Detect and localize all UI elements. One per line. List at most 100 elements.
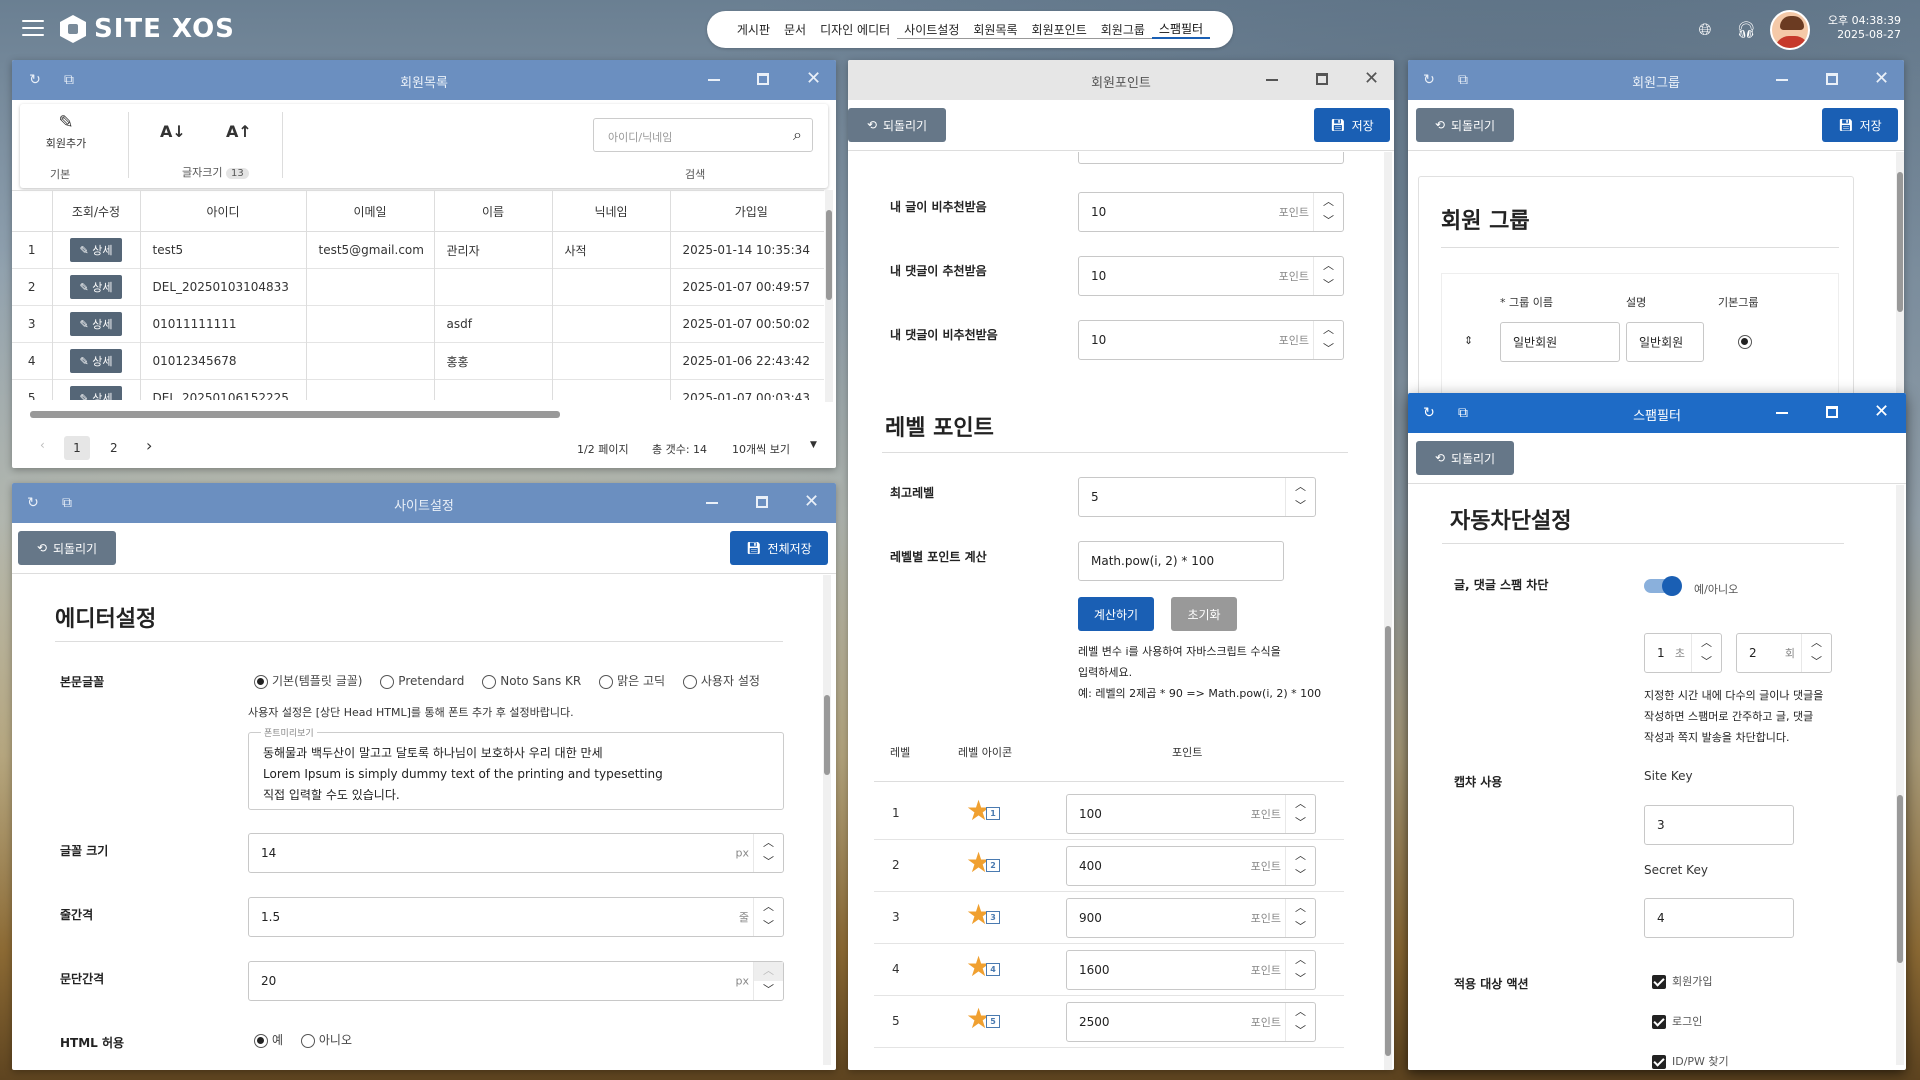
level-point-input[interactable]: 100 포인트 ︿ ﹀	[1066, 794, 1316, 834]
stepper[interactable]: ︿ ﹀	[1691, 634, 1721, 672]
chevron-down-icon[interactable]: ﹀	[754, 917, 783, 936]
chevron-down-icon[interactable]: ﹀	[1286, 866, 1315, 885]
stepper[interactable]: ︿ ﹀	[1801, 634, 1831, 672]
scroll-thumb[interactable]	[824, 695, 830, 775]
col-header[interactable]: 가입일	[670, 191, 824, 232]
count-input[interactable]: 2 회 ︿ ﹀	[1736, 633, 1832, 673]
site-key-input[interactable]: 3	[1644, 805, 1794, 845]
save-button[interactable]: 💾︎ 저장	[1314, 108, 1390, 142]
chevron-up-icon[interactable]: ︿	[754, 962, 783, 981]
detail-button[interactable]: ✎ 상세	[69, 386, 123, 400]
default-group-radio[interactable]	[1738, 335, 1752, 349]
group-desc-input[interactable]: 일반회원	[1626, 322, 1704, 362]
stepper[interactable]: ︿ ﹀	[1285, 899, 1315, 937]
table-row[interactable]: 5 ✎ 상세 DEL_20250106152225 2025-01-07 00:03:…	[12, 379, 824, 400]
chevron-down-icon[interactable]: ﹀	[1314, 212, 1343, 231]
html-no-option[interactable]: 아니오	[300, 1033, 352, 1048]
chevron-up-icon[interactable]: ︿	[1286, 795, 1315, 814]
col-header[interactable]: 이메일	[306, 190, 435, 232]
chevron-down-icon[interactable]: ﹀	[1286, 497, 1315, 516]
close-icon[interactable]: ✕	[1364, 70, 1379, 88]
chevron-up-icon[interactable]: ︿	[1286, 899, 1315, 918]
font-option-malgun[interactable]: 맑은 고딕	[599, 674, 665, 689]
maximize-icon[interactable]	[757, 73, 769, 85]
chevron-up-icon[interactable]: ︿	[1314, 321, 1343, 340]
col-header[interactable]: 닉네임	[552, 190, 671, 232]
nav-design-editor[interactable]: 디자인 에디터	[813, 21, 897, 38]
detail-button[interactable]: ✎ 상세	[69, 349, 123, 373]
headset-icon[interactable]: 🎧︎	[1736, 21, 1756, 39]
chevron-up-icon[interactable]: ︿	[1802, 634, 1831, 653]
chevron-down-icon[interactable]: ﹀	[754, 853, 783, 872]
scroll-thumb[interactable]	[1897, 172, 1903, 312]
table-row[interactable]: 1 ✎ 상세 test5 test5@gmail.com 관리자 사적 2025-01-14…	[12, 231, 824, 269]
minimize-icon[interactable]	[708, 79, 720, 81]
font-option-pretendard[interactable]: Pretendard	[380, 674, 464, 689]
nav-board[interactable]: 게시판	[730, 21, 777, 38]
chevron-down-icon[interactable]: ﹀	[1314, 276, 1343, 295]
point-input[interactable]: 10 포인트 ︿ ﹀	[1078, 256, 1344, 296]
chevron-down-icon[interactable]: ﹀	[1286, 1022, 1315, 1041]
page-2[interactable]: 2	[110, 441, 118, 455]
font-preview-box[interactable]: 폰트미리보기 동해물과 백두산이 말고고 달토록 하나님이 보호하사 우리 대한…	[248, 726, 784, 810]
detail-button[interactable]: ✎ 상세	[69, 238, 123, 262]
vertical-scrollbar[interactable]	[823, 575, 831, 1065]
scroll-thumb[interactable]	[1897, 795, 1903, 963]
nav-member-groups[interactable]: 회원그룹	[1093, 21, 1152, 39]
action-checkbox-2[interactable]: 로그인	[1652, 1013, 1702, 1029]
chevron-up-icon[interactable]: ︿	[1286, 1003, 1315, 1022]
globe-icon[interactable]: 🌐︎	[1696, 21, 1714, 39]
chevron-up-icon[interactable]: ︿	[754, 834, 783, 853]
level-point-input[interactable]: 400 포인트 ︿ ﹀	[1066, 846, 1316, 886]
avatar[interactable]	[1770, 10, 1810, 50]
col-header[interactable]: 아이디	[140, 190, 307, 232]
nav-member-points[interactable]: 회원포인트	[1024, 21, 1094, 39]
nav-member-list[interactable]: 회원목록	[966, 21, 1025, 39]
spam-toggle[interactable]	[1644, 576, 1682, 596]
reset-button[interactable]: 초기화	[1171, 597, 1237, 631]
chevron-down-icon[interactable]: ﹀	[1286, 814, 1315, 833]
level-point-input[interactable]: 900 포인트 ︿ ﹀	[1066, 898, 1316, 938]
nav-site-settings[interactable]: 사이트설정	[897, 21, 967, 39]
stepper[interactable]: ︿ ﹀	[753, 834, 783, 872]
nav-docs[interactable]: 문서	[777, 21, 813, 38]
stepper[interactable]: ︿ ﹀	[753, 962, 783, 1000]
chevron-up-icon[interactable]: ︿	[1286, 478, 1315, 497]
detail-button[interactable]: ✎ 상세	[69, 275, 123, 299]
chevron-up-icon[interactable]: ︿	[1314, 193, 1343, 212]
font-size-input[interactable]: 14 px ︿ ﹀	[248, 833, 784, 873]
cutoff-input[interactable]	[1078, 152, 1344, 164]
html-yes-option[interactable]: 예	[254, 1033, 283, 1048]
stepper[interactable]: ︿ ﹀	[1285, 847, 1315, 885]
font-decrease-icon[interactable]: A↓	[160, 122, 186, 141]
stepper[interactable]: ︿ ﹀	[1285, 1003, 1315, 1041]
stepper[interactable]: ︿ ﹀	[1285, 795, 1315, 833]
maximize-icon[interactable]	[1826, 73, 1838, 85]
table-row[interactable]: 3 ✎ 상세 01011111111 asdf 2025-01-07 00:50:02	[12, 305, 824, 343]
col-header[interactable]: 조회/수정	[52, 190, 141, 232]
undo-button[interactable]: ⟲ 되돌리기	[18, 531, 116, 565]
chevron-down-icon[interactable]: ﹀	[1314, 340, 1343, 359]
chevron-down-icon[interactable]: ﹀	[1802, 653, 1831, 672]
stepper[interactable]: ︿ ﹀	[753, 898, 783, 936]
chevron-down-icon[interactable]: ﹀	[1286, 918, 1315, 937]
menu-icon[interactable]	[22, 20, 44, 38]
minimize-icon[interactable]	[1776, 412, 1788, 414]
col-header[interactable]: 이름	[434, 190, 553, 232]
maximize-icon[interactable]	[1316, 73, 1328, 85]
minimize-icon[interactable]	[1266, 79, 1278, 81]
secret-key-input[interactable]: 4	[1644, 898, 1794, 938]
site-logo[interactable]: SITE XOS	[60, 14, 235, 44]
line-height-input[interactable]: 1.5 줄 ︿ ﹀	[248, 897, 784, 937]
chevron-up-icon[interactable]: ︿	[1314, 257, 1343, 276]
chevron-up-icon[interactable]: ︿	[1692, 634, 1721, 653]
chevron-up-icon[interactable]: ︿	[754, 898, 783, 917]
add-member-button[interactable]: ✎ 회원추가	[38, 112, 94, 151]
chevron-down-icon[interactable]: ﹀	[1692, 653, 1721, 672]
font-option-custom[interactable]: 사용자 설정	[682, 674, 760, 689]
stepper[interactable]: ︿ ﹀	[1313, 193, 1343, 231]
scroll-thumb[interactable]	[826, 210, 832, 300]
font-option-noto[interactable]: Noto Sans KR	[482, 674, 581, 689]
level-point-input[interactable]: 2500 포인트 ︿ ﹀	[1066, 1002, 1316, 1042]
table-row[interactable]: 4 ✎ 상세 01012345678 홍홍 2025-01-06 22:43:42	[12, 342, 824, 380]
